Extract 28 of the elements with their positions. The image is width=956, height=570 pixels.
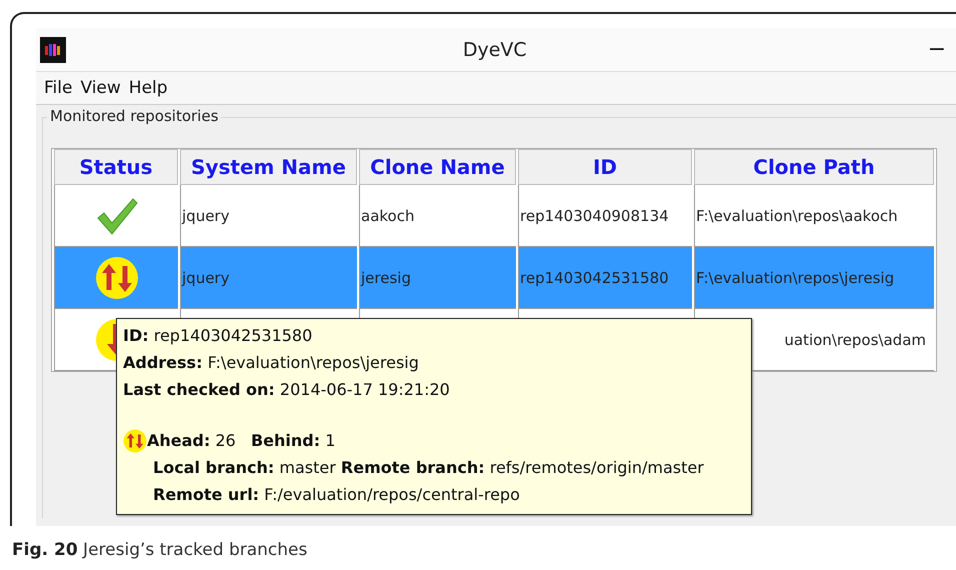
table-cell: jquery bbox=[182, 206, 230, 224]
menu-item[interactable]: Help bbox=[128, 78, 168, 98]
group-title: Monitored repositories bbox=[47, 107, 222, 125]
table-row[interactable]: jquery jeresig rep1403042531580 F:\evaluation\repos\jeresig bbox=[54, 247, 934, 309]
column-header[interactable]: Status bbox=[54, 149, 178, 185]
table-cell: uation\repos\adam bbox=[784, 330, 926, 348]
tooltip-line: Remote url: F:/evaluation/repos/central-repo bbox=[152, 484, 520, 506]
menu-item[interactable]: File bbox=[44, 78, 72, 98]
minimize-button[interactable]: − bbox=[924, 37, 950, 62]
column-header[interactable]: Clone Path bbox=[694, 149, 934, 185]
table-cell: F:\evaluation\repos\aakoch bbox=[696, 206, 898, 224]
table-cell: aakoch bbox=[361, 206, 414, 224]
tooltip-line: ID: rep1403042531580 bbox=[123, 325, 312, 347]
window-title: DyeVC bbox=[462, 38, 528, 60]
figure-caption: Fig. 20 Jeresig’s tracked branches bbox=[12, 540, 308, 560]
table-cell: jquery bbox=[182, 268, 230, 286]
tooltip-line: Address: F:\evaluation\repos\jeresig bbox=[123, 352, 419, 374]
table-cell: rep1403042531580 bbox=[520, 268, 669, 286]
column-header[interactable]: Clone Name bbox=[359, 149, 516, 185]
table-cell: rep1403040908134 bbox=[520, 206, 669, 224]
column-header[interactable]: System Name bbox=[180, 149, 357, 185]
table-cell: F:\evaluation\repos\jeresig bbox=[696, 268, 894, 286]
column-header[interactable]: ID bbox=[518, 149, 692, 185]
menu-item[interactable]: View bbox=[80, 78, 121, 98]
tooltip-line: Ahead: 26 Behind: 1 bbox=[147, 430, 336, 452]
tooltip-line: Local branch: master Remote branch: refs/remotes/origin/master bbox=[152, 457, 704, 479]
table-cell: jeresig bbox=[361, 268, 411, 286]
tooltip-line: Last checked on: 2014-06-17 19:21:20 bbox=[123, 379, 450, 401]
